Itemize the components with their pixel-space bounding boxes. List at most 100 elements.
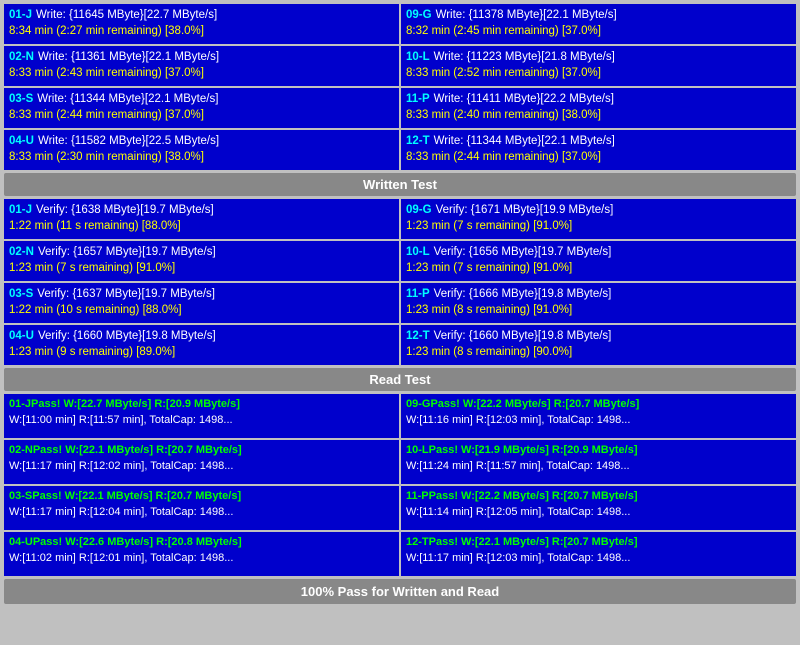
cell-line1-text: Write: {11411 MByte}[22.2 MByte/s] (434, 91, 614, 107)
cell-line2: W:[11:17 min] R:[12:03 min], TotalCap: 1… (406, 551, 791, 567)
cell-line1-text: Verify: {1656 MByte}[19.7 MByte/s] (434, 244, 612, 260)
device-cell-01-j: 01-JVerify: {1638 MByte}[19.7 MByte/s]1:… (4, 199, 399, 239)
cell-line1-text: Pass! W:[22.1 MByte/s] R:[20.7 MByte/s] (32, 490, 241, 502)
cell-line2: 1:23 min (7 s remaining) [91.0%] (9, 260, 394, 276)
cell-line1-text: Write: {11361 MByte}[22.1 MByte/s] (38, 49, 219, 65)
cell-line1-text: Verify: {1660 MByte}[19.8 MByte/s] (434, 328, 612, 344)
device-cell-04-u: 04-UWrite: {11582 MByte}[22.5 MByte/s]8:… (4, 130, 399, 170)
cell-line2: W:[11:00 min] R:[11:57 min], TotalCap: 1… (9, 413, 394, 429)
device-cell-02-n: 02-NWrite: {11361 MByte}[22.1 MByte/s]8:… (4, 46, 399, 86)
device-cell-09-g: 09-GWrite: {11378 MByte}[22.1 MByte/s]8:… (401, 4, 796, 44)
cell-line1-text: Write: {11582 MByte}[22.5 MByte/s] (38, 133, 219, 149)
cell-line2: 1:23 min (8 s remaining) [90.0%] (406, 344, 791, 360)
cell-line1-text: Pass! W:[22.7 MByte/s] R:[20.9 MByte/s] (31, 398, 240, 410)
cell-line2: 1:22 min (11 s remaining) [88.0%] (9, 218, 394, 234)
device-cell-01-j: 01-JPass! W:[22.7 MByte/s] R:[20.9 MByte… (4, 394, 399, 438)
device-id: 10-L (406, 49, 430, 65)
cell-line1-text: Write: {11378 MByte}[22.1 MByte/s] (436, 7, 617, 23)
device-id: 11-P (406, 490, 429, 502)
footer-bar: 100% Pass for Written and Read (4, 579, 796, 604)
cell-line1-text: Write: {11344 MByte}[22.1 MByte/s] (434, 133, 615, 149)
cell-line2: 8:33 min (2:30 min remaining) [38.0%] (9, 149, 394, 165)
cell-line2: W:[11:17 min] R:[12:04 min], TotalCap: 1… (9, 505, 394, 521)
device-id: 12-T (406, 133, 430, 149)
cell-line1-text: Pass! W:[22.2 MByte/s] R:[20.7 MByte/s] (430, 398, 639, 410)
cell-line2: 8:33 min (2:44 min remaining) [37.0%] (406, 149, 791, 165)
read-header: Read Test (4, 368, 796, 391)
cell-line1-text: Verify: {1638 MByte}[19.7 MByte/s] (36, 202, 214, 218)
write-grid: 01-JWrite: {11645 MByte}[22.7 MByte/s]8:… (4, 4, 796, 170)
cell-line2: 1:23 min (7 s remaining) [91.0%] (406, 260, 791, 276)
device-cell-03-s: 03-SVerify: {1637 MByte}[19.7 MByte/s]1:… (4, 283, 399, 323)
device-id: 02-N (9, 444, 33, 456)
device-cell-04-u: 04-UVerify: {1660 MByte}[19.8 MByte/s]1:… (4, 325, 399, 365)
cell-line2: W:[11:14 min] R:[12:05 min], TotalCap: 1… (406, 505, 791, 521)
cell-line2: 8:33 min (2:44 min remaining) [37.0%] (9, 107, 394, 123)
device-id: 01-J (9, 7, 32, 23)
cell-line1-text: Write: {11223 MByte}[21.8 MByte/s] (434, 49, 615, 65)
cell-line2: 8:33 min (2:40 min remaining) [38.0%] (406, 107, 791, 123)
cell-line2: W:[11:02 min] R:[12:01 min], TotalCap: 1… (9, 551, 394, 567)
cell-line2: W:[11:16 min] R:[12:03 min], TotalCap: 1… (406, 413, 791, 429)
device-cell-09-g: 09-GVerify: {1671 MByte}[19.9 MByte/s]1:… (401, 199, 796, 239)
cell-line2: 8:33 min (2:52 min remaining) [37.0%] (406, 65, 791, 81)
cell-line2: W:[11:24 min] R:[11:57 min], TotalCap: 1… (406, 459, 791, 475)
cell-line1-text: Pass! W:[22.2 MByte/s] R:[20.7 MByte/s] (429, 490, 638, 502)
device-cell-02-n: 02-NVerify: {1657 MByte}[19.7 MByte/s]1:… (4, 241, 399, 281)
device-cell-12-t: 12-TPass! W:[22.1 MByte/s] R:[20.7 MByte… (401, 532, 796, 576)
cell-line1-text: Pass! W:[21.9 MByte/s] R:[20.9 MByte/s] (429, 444, 638, 456)
device-id: 01-J (9, 202, 32, 218)
read-section: 01-JPass! W:[22.7 MByte/s] R:[20.9 MByte… (4, 394, 796, 576)
device-cell-10-l: 10-LPass! W:[21.9 MByte/s] R:[20.9 MByte… (401, 440, 796, 484)
cell-line1-text: Pass! W:[22.1 MByte/s] R:[20.7 MByte/s] (429, 536, 638, 548)
device-id: 01-J (9, 398, 31, 410)
cell-line1-text: Verify: {1637 MByte}[19.7 MByte/s] (37, 286, 215, 302)
cell-line2: 8:32 min (2:45 min remaining) [37.0%] (406, 23, 791, 39)
cell-line2: 8:34 min (2:27 min remaining) [38.0%] (9, 23, 394, 39)
cell-line1-text: Verify: {1666 MByte}[19.8 MByte/s] (434, 286, 612, 302)
device-id: 03-S (9, 91, 33, 107)
device-cell-03-s: 03-SWrite: {11344 MByte}[22.1 MByte/s]8:… (4, 88, 399, 128)
device-id: 09-G (406, 202, 432, 218)
device-cell-12-t: 12-TWrite: {11344 MByte}[22.1 MByte/s]8:… (401, 130, 796, 170)
cell-line1-text: Pass! W:[22.1 MByte/s] R:[20.7 MByte/s] (33, 444, 242, 456)
cell-line1-text: Verify: {1657 MByte}[19.7 MByte/s] (38, 244, 216, 260)
cell-line1-text: Write: {11645 MByte}[22.7 MByte/s] (36, 7, 217, 23)
device-id: 11-P (406, 91, 430, 107)
device-id: 04-U (9, 133, 34, 149)
verify-section: 01-JVerify: {1638 MByte}[19.7 MByte/s]1:… (4, 199, 796, 365)
cell-line1-text: Write: {11344 MByte}[22.1 MByte/s] (37, 91, 218, 107)
device-id: 10-L (406, 444, 429, 456)
device-id: 12-T (406, 536, 429, 548)
device-cell-10-l: 10-LWrite: {11223 MByte}[21.8 MByte/s]8:… (401, 46, 796, 86)
device-cell-09-g: 09-GPass! W:[22.2 MByte/s] R:[20.7 MByte… (401, 394, 796, 438)
device-id: 09-G (406, 398, 430, 410)
device-cell-11-p: 11-PWrite: {11411 MByte}[22.2 MByte/s]8:… (401, 88, 796, 128)
cell-line2: 8:33 min (2:43 min remaining) [37.0%] (9, 65, 394, 81)
device-id: 03-S (9, 286, 33, 302)
device-cell-11-p: 11-PVerify: {1666 MByte}[19.8 MByte/s]1:… (401, 283, 796, 323)
device-id: 11-P (406, 286, 430, 302)
write-section: 01-JWrite: {11645 MByte}[22.7 MByte/s]8:… (4, 4, 796, 196)
cell-line2: 1:23 min (7 s remaining) [91.0%] (406, 218, 791, 234)
cell-line1-text: Pass! W:[22.6 MByte/s] R:[20.8 MByte/s] (33, 536, 242, 548)
device-cell-03-s: 03-SPass! W:[22.1 MByte/s] R:[20.7 MByte… (4, 486, 399, 530)
cell-line2: 1:23 min (9 s remaining) [89.0%] (9, 344, 394, 360)
device-cell-11-p: 11-PPass! W:[22.2 MByte/s] R:[20.7 MByte… (401, 486, 796, 530)
device-cell-04-u: 04-UPass! W:[22.6 MByte/s] R:[20.8 MByte… (4, 532, 399, 576)
device-cell-12-t: 12-TVerify: {1660 MByte}[19.8 MByte/s]1:… (401, 325, 796, 365)
read-grid: 01-JPass! W:[22.7 MByte/s] R:[20.9 MByte… (4, 394, 796, 576)
device-id: 02-N (9, 49, 34, 65)
device-cell-02-n: 02-NPass! W:[22.1 MByte/s] R:[20.7 MByte… (4, 440, 399, 484)
main-container: 01-JWrite: {11645 MByte}[22.7 MByte/s]8:… (0, 0, 800, 608)
write-header: Written Test (4, 173, 796, 196)
cell-line2: 1:23 min (8 s remaining) [91.0%] (406, 302, 791, 318)
device-id: 03-S (9, 490, 32, 502)
device-id: 10-L (406, 244, 430, 260)
device-id: 12-T (406, 328, 430, 344)
device-id: 02-N (9, 244, 34, 260)
cell-line1-text: Verify: {1660 MByte}[19.8 MByte/s] (38, 328, 216, 344)
verify-grid: 01-JVerify: {1638 MByte}[19.7 MByte/s]1:… (4, 199, 796, 365)
device-id: 09-G (406, 7, 432, 23)
device-id: 04-U (9, 536, 33, 548)
